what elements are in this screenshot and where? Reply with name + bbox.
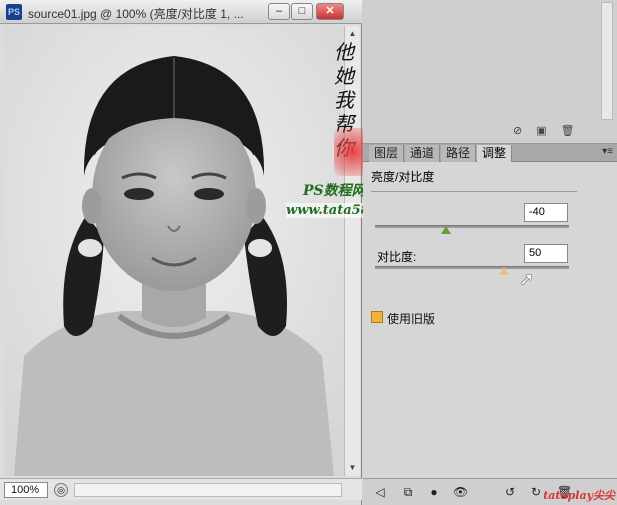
trash-icon[interactable]: 🗑: [561, 124, 575, 137]
panel-tabs: 图层 通道 路径 调整 ▾≡: [363, 144, 617, 162]
tab-paths[interactable]: 路径: [441, 145, 477, 162]
horizontal-scrollbar[interactable]: [74, 483, 342, 497]
document-title: source01.jpg @ 100% (亮度/对比度 1, ...: [28, 7, 244, 21]
adjustments-bottom-bar: ◁ ⧉ ● 👁 ↺ ↻ 🗑 tataplay尖尖: [363, 478, 617, 505]
reset-icon[interactable]: ↻: [529, 485, 543, 499]
panel-top-icons: ⊘ ▣ 🗑: [513, 124, 575, 137]
brand-watermark: tataplay尖尖: [543, 489, 615, 502]
status-bar: 100% ◎: [0, 478, 362, 500]
tab-channels[interactable]: 通道: [405, 145, 441, 162]
scroll-up-icon[interactable]: ▲: [347, 28, 358, 39]
maximize-button[interactable]: □: [291, 3, 313, 20]
watermark-site: PS数程网: [303, 183, 366, 199]
new-icon[interactable]: ▣: [536, 124, 546, 137]
contrast-label: 对比度:: [377, 250, 417, 264]
tab-adjustments[interactable]: 调整: [477, 145, 513, 162]
divider: [371, 191, 577, 192]
contrast-slider-thumb[interactable]: [499, 267, 510, 275]
document-window: PS source01.jpg @ 100% (亮度/对比度 1, ... – …: [0, 0, 362, 505]
link-icon[interactable]: ⊘: [513, 124, 522, 137]
brightness-slider[interactable]: [375, 225, 569, 228]
adjustment-title: 亮度/对比度: [371, 170, 435, 184]
eye-icon[interactable]: 👁: [453, 485, 468, 499]
close-button[interactable]: ✕: [316, 3, 344, 20]
back-arrow-icon[interactable]: ◁: [373, 485, 387, 499]
document-titlebar[interactable]: PS source01.jpg @ 100% (亮度/对比度 1, ... – …: [0, 0, 362, 24]
mask-icon[interactable]: ●: [427, 485, 441, 499]
girl-photo: [4, 26, 344, 476]
photo-canvas[interactable]: [4, 26, 344, 476]
contrast-slider[interactable]: [375, 266, 569, 269]
mouse-cursor-icon: ➚: [519, 269, 535, 289]
panel-menu-icon[interactable]: ▾≡: [602, 146, 613, 157]
view-previous-icon[interactable]: ↺: [503, 485, 517, 499]
scroll-down-icon[interactable]: ▼: [347, 462, 358, 473]
status-info-icon[interactable]: ◎: [54, 483, 68, 497]
history-panel: ⊘ ▣ 🗑: [363, 0, 617, 144]
legacy-checkbox-label: 使用旧版: [387, 312, 436, 326]
zoom-field[interactable]: 100%: [4, 482, 48, 498]
contrast-input[interactable]: 50: [524, 244, 568, 263]
panel-scrollbar[interactable]: [601, 2, 613, 120]
tab-layers[interactable]: 图层: [369, 145, 405, 162]
adjustments-panel: 亮度/对比度 -40 对比度: 50 ➚ 使用旧版: [363, 162, 617, 478]
minimize-button[interactable]: –: [268, 3, 290, 20]
expand-icon[interactable]: ⧉: [401, 485, 415, 499]
brightness-slider-thumb[interactable]: [441, 226, 452, 234]
photoshop-icon: PS: [6, 4, 22, 20]
brightness-input[interactable]: -40: [524, 203, 568, 222]
legacy-checkbox[interactable]: [371, 311, 383, 323]
